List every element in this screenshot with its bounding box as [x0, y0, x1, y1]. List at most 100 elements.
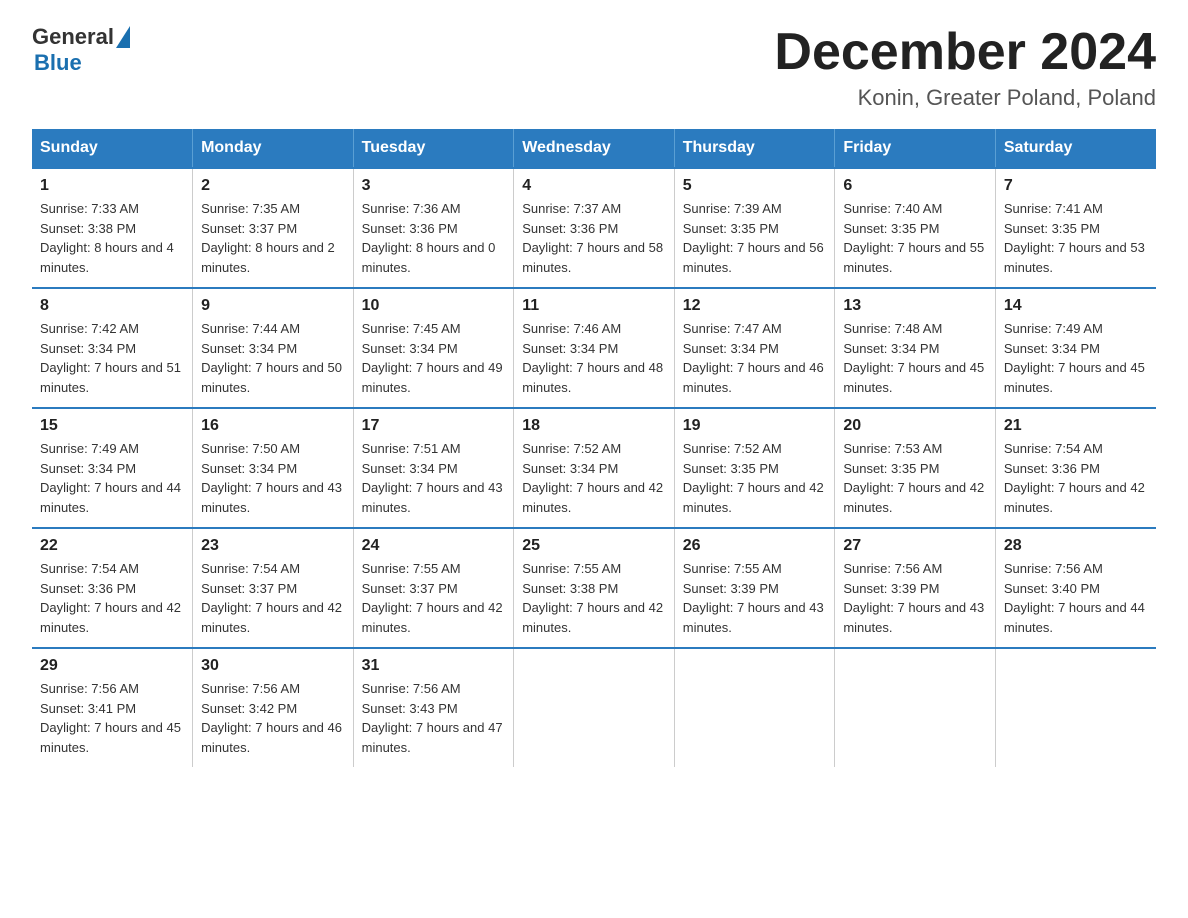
day-info: Sunrise: 7:35 AMSunset: 3:37 PMDaylight:…: [201, 199, 345, 277]
day-cell: 6Sunrise: 7:40 AMSunset: 3:35 PMDaylight…: [835, 168, 996, 288]
header-cell-tuesday: Tuesday: [353, 129, 514, 168]
day-number: 6: [843, 177, 987, 195]
day-info: Sunrise: 7:51 AMSunset: 3:34 PMDaylight:…: [362, 439, 506, 517]
day-cell: 11 Sunrise: 7:46 AMSunset: 3:34 PMDayligh…: [514, 288, 675, 408]
day-cell: 30Sunrise: 7:56 AMSunset: 3:42 PMDayligh…: [193, 648, 354, 767]
day-number: 14: [1004, 297, 1148, 315]
day-info: Sunrise: 7:46 AMSunset: 3:34 PMDaylight:…: [522, 319, 666, 397]
day-info: Sunrise: 7:44 AMSunset: 3:34 PMDaylight:…: [201, 319, 345, 397]
day-info: Sunrise: 7:56 AMSunset: 3:41 PMDaylight:…: [40, 679, 184, 757]
day-cell: [674, 648, 835, 767]
day-cell: 14 Sunrise: 7:49 AMSunset: 3:34 PMDayligh…: [995, 288, 1156, 408]
day-number: 5: [683, 177, 827, 195]
week-row-2: 8Sunrise: 7:42 AMSunset: 3:34 PMDaylight…: [32, 288, 1156, 408]
day-cell: 18Sunrise: 7:52 AMSunset: 3:34 PMDayligh…: [514, 408, 675, 528]
day-number: 29: [40, 657, 184, 675]
day-number: 15: [40, 417, 184, 435]
day-info: Sunrise: 7:54 AMSunset: 3:37 PMDaylight:…: [201, 559, 345, 637]
day-number: 17: [362, 417, 506, 435]
day-number: 19: [683, 417, 827, 435]
day-cell: 2Sunrise: 7:35 AMSunset: 3:37 PMDaylight…: [193, 168, 354, 288]
day-info: Sunrise: 7:55 AMSunset: 3:37 PMDaylight:…: [362, 559, 506, 637]
day-cell: 7 Sunrise: 7:41 AMSunset: 3:35 PMDaylight…: [995, 168, 1156, 288]
week-row-3: 15 Sunrise: 7:49 AMSunset: 3:34 PMDayligh…: [32, 408, 1156, 528]
day-number: 3: [362, 177, 506, 195]
month-year-title: December 2024: [774, 24, 1156, 81]
day-info: Sunrise: 7:56 AMSunset: 3:40 PMDaylight:…: [1004, 559, 1148, 637]
day-number: 27: [843, 537, 987, 555]
day-number: 12: [683, 297, 827, 315]
day-cell: 12 Sunrise: 7:47 AMSunset: 3:34 PMDayligh…: [674, 288, 835, 408]
day-info: Sunrise: 7:41 AMSunset: 3:35 PMDaylight:…: [1004, 199, 1148, 277]
day-info: Sunrise: 7:52 AMSunset: 3:35 PMDaylight:…: [683, 439, 827, 517]
day-number: 28: [1004, 537, 1148, 555]
day-cell: 8Sunrise: 7:42 AMSunset: 3:34 PMDaylight…: [32, 288, 193, 408]
day-number: 26: [683, 537, 827, 555]
header-row: SundayMondayTuesdayWednesdayThursdayFrid…: [32, 129, 1156, 168]
day-number: 16: [201, 417, 345, 435]
day-cell: 25 Sunrise: 7:55 AMSunset: 3:38 PMDayligh…: [514, 528, 675, 648]
logo-blue-text: Blue: [34, 50, 82, 76]
day-info: Sunrise: 7:50 AMSunset: 3:34 PMDaylight:…: [201, 439, 345, 517]
day-info: Sunrise: 7:55 AMSunset: 3:38 PMDaylight:…: [522, 559, 666, 637]
day-cell: 9 Sunrise: 7:44 AMSunset: 3:34 PMDaylight…: [193, 288, 354, 408]
day-number: 21: [1004, 417, 1148, 435]
day-info: Sunrise: 7:55 AMSunset: 3:39 PMDaylight:…: [683, 559, 827, 637]
day-cell: 21 Sunrise: 7:54 AMSunset: 3:36 PMDayligh…: [995, 408, 1156, 528]
day-number: 1: [40, 177, 184, 195]
day-cell: 4 Sunrise: 7:37 AMSunset: 3:36 PMDaylight…: [514, 168, 675, 288]
calendar-table: SundayMondayTuesdayWednesdayThursdayFrid…: [32, 129, 1156, 767]
day-number: 11: [522, 297, 666, 315]
day-info: Sunrise: 7:37 AMSunset: 3:36 PMDaylight:…: [522, 199, 666, 277]
calendar-body: 1 Sunrise: 7:33 AMSunset: 3:38 PMDaylight…: [32, 168, 1156, 767]
day-info: Sunrise: 7:33 AMSunset: 3:38 PMDaylight:…: [40, 199, 184, 277]
day-cell: [835, 648, 996, 767]
day-cell: 23Sunrise: 7:54 AMSunset: 3:37 PMDayligh…: [193, 528, 354, 648]
day-cell: 3 Sunrise: 7:36 AMSunset: 3:36 PMDaylight…: [353, 168, 514, 288]
day-info: Sunrise: 7:54 AMSunset: 3:36 PMDaylight:…: [40, 559, 184, 637]
header-cell-saturday: Saturday: [995, 129, 1156, 168]
week-row-5: 29 Sunrise: 7:56 AMSunset: 3:41 PMDayligh…: [32, 648, 1156, 767]
day-info: Sunrise: 7:42 AMSunset: 3:34 PMDaylight:…: [40, 319, 184, 397]
day-cell: 29 Sunrise: 7:56 AMSunset: 3:41 PMDayligh…: [32, 648, 193, 767]
logo: General Blue: [32, 24, 130, 76]
day-cell: 24 Sunrise: 7:55 AMSunset: 3:37 PMDayligh…: [353, 528, 514, 648]
day-cell: 27 Sunrise: 7:56 AMSunset: 3:39 PMDayligh…: [835, 528, 996, 648]
day-number: 18: [522, 417, 666, 435]
day-number: 9: [201, 297, 345, 315]
location-subtitle: Konin, Greater Poland, Poland: [774, 85, 1156, 111]
day-number: 20: [843, 417, 987, 435]
day-info: Sunrise: 7:49 AMSunset: 3:34 PMDaylight:…: [1004, 319, 1148, 397]
day-cell: 19 Sunrise: 7:52 AMSunset: 3:35 PMDayligh…: [674, 408, 835, 528]
week-row-1: 1 Sunrise: 7:33 AMSunset: 3:38 PMDaylight…: [32, 168, 1156, 288]
day-number: 31: [362, 657, 506, 675]
day-number: 13: [843, 297, 987, 315]
day-number: 22: [40, 537, 184, 555]
day-info: Sunrise: 7:36 AMSunset: 3:36 PMDaylight:…: [362, 199, 506, 277]
day-info: Sunrise: 7:54 AMSunset: 3:36 PMDaylight:…: [1004, 439, 1148, 517]
logo-triangle-icon: [116, 26, 130, 48]
day-number: 25: [522, 537, 666, 555]
day-cell: 16 Sunrise: 7:50 AMSunset: 3:34 PMDayligh…: [193, 408, 354, 528]
day-cell: 26 Sunrise: 7:55 AMSunset: 3:39 PMDayligh…: [674, 528, 835, 648]
day-info: Sunrise: 7:47 AMSunset: 3:34 PMDaylight:…: [683, 319, 827, 397]
day-cell: 10 Sunrise: 7:45 AMSunset: 3:34 PMDayligh…: [353, 288, 514, 408]
day-number: 10: [362, 297, 506, 315]
day-cell: 15 Sunrise: 7:49 AMSunset: 3:34 PMDayligh…: [32, 408, 193, 528]
day-cell: 17 Sunrise: 7:51 AMSunset: 3:34 PMDayligh…: [353, 408, 514, 528]
day-number: 24: [362, 537, 506, 555]
day-cell: 31 Sunrise: 7:56 AMSunset: 3:43 PMDayligh…: [353, 648, 514, 767]
day-info: Sunrise: 7:39 AMSunset: 3:35 PMDaylight:…: [683, 199, 827, 277]
day-number: 7: [1004, 177, 1148, 195]
day-info: Sunrise: 7:49 AMSunset: 3:34 PMDaylight:…: [40, 439, 184, 517]
week-row-4: 22 Sunrise: 7:54 AMSunset: 3:36 PMDayligh…: [32, 528, 1156, 648]
day-cell: 22 Sunrise: 7:54 AMSunset: 3:36 PMDayligh…: [32, 528, 193, 648]
day-info: Sunrise: 7:56 AMSunset: 3:43 PMDaylight:…: [362, 679, 506, 757]
day-number: 4: [522, 177, 666, 195]
day-info: Sunrise: 7:56 AMSunset: 3:39 PMDaylight:…: [843, 559, 987, 637]
header-right: December 2024 Konin, Greater Poland, Pol…: [774, 24, 1156, 111]
header-cell-wednesday: Wednesday: [514, 129, 675, 168]
day-cell: [995, 648, 1156, 767]
day-info: Sunrise: 7:45 AMSunset: 3:34 PMDaylight:…: [362, 319, 506, 397]
logo-general-text: General: [32, 24, 114, 50]
